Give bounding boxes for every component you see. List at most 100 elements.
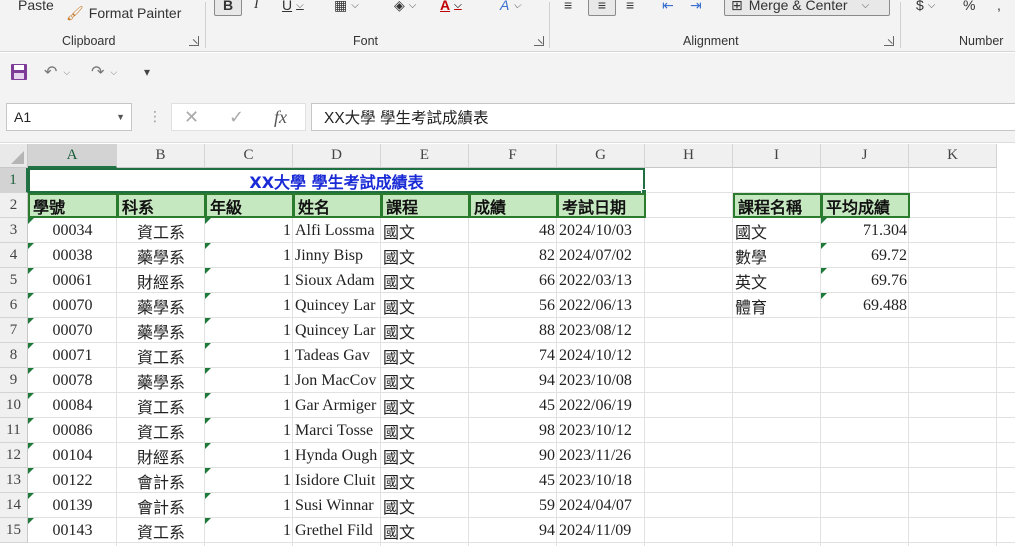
table-cell[interactable]: 2024/04/07 xyxy=(557,493,645,518)
table-cell[interactable]: 2024/10/12 xyxy=(557,343,645,368)
table-cell[interactable]: 74 xyxy=(469,343,557,368)
percent-button[interactable]: % xyxy=(963,0,975,16)
table-cell[interactable]: 88 xyxy=(469,318,557,343)
undo-button[interactable]: ↶ ⌵ xyxy=(44,62,70,82)
insert-function-button[interactable]: fx xyxy=(274,107,287,128)
row-header-1[interactable]: 1 xyxy=(0,168,28,193)
table-cell[interactable]: 1 xyxy=(205,293,293,318)
bold-button[interactable]: B xyxy=(214,0,242,16)
summary-average-cell[interactable]: 69.76 xyxy=(821,268,909,293)
row-header-5[interactable]: 5 xyxy=(0,268,28,293)
table-cell[interactable]: 1 xyxy=(205,368,293,393)
table-cell[interactable]: 資工系 xyxy=(117,343,205,368)
summary-course-cell[interactable]: 英文 xyxy=(733,268,821,293)
table-cell[interactable]: 00070 xyxy=(28,293,117,318)
alignment-launcher-icon[interactable] xyxy=(884,36,894,46)
table-cell[interactable]: 1 xyxy=(205,518,293,543)
table-cell[interactable]: 國文 xyxy=(381,418,469,443)
summary-average-cell[interactable]: 69.72 xyxy=(821,243,909,268)
table-cell[interactable]: 財經系 xyxy=(117,268,205,293)
table-cell[interactable]: Hynda Ough xyxy=(293,443,381,468)
table-cell[interactable]: Quincey Lar xyxy=(293,293,381,318)
table-cell[interactable]: 資工系 xyxy=(117,218,205,243)
column-header-c[interactable]: C xyxy=(205,144,293,168)
column-label-cell[interactable]: 姓名 xyxy=(293,193,382,218)
column-header-e[interactable]: E xyxy=(381,144,469,168)
table-cell[interactable]: 45 xyxy=(469,468,557,493)
summary-course-cell[interactable]: 國文 xyxy=(733,218,821,243)
table-cell[interactable]: Gar Armiger xyxy=(293,393,381,418)
table-cell[interactable]: 1 xyxy=(205,318,293,343)
table-cell[interactable]: 1 xyxy=(205,393,293,418)
table-cell[interactable]: 00122 xyxy=(28,468,117,493)
row-header-13[interactable]: 13 xyxy=(0,468,28,493)
table-cell[interactable]: Susi Winnar xyxy=(293,493,381,518)
name-box[interactable]: A1 ▼ xyxy=(6,103,132,131)
table-cell[interactable]: Sioux Adam xyxy=(293,268,381,293)
row-header-4[interactable]: 4 xyxy=(0,243,28,268)
italic-button[interactable]: I xyxy=(254,0,259,16)
table-cell[interactable]: 00071 xyxy=(28,343,117,368)
row-header-6[interactable]: 6 xyxy=(0,293,28,318)
table-cell[interactable]: Jinny Bisp xyxy=(293,243,381,268)
table-cell[interactable]: 66 xyxy=(469,268,557,293)
column-label-cell[interactable]: 科系 xyxy=(117,193,206,218)
table-cell[interactable]: 國文 xyxy=(381,243,469,268)
table-cell[interactable]: 會計系 xyxy=(117,493,205,518)
table-cell[interactable]: 00034 xyxy=(28,218,117,243)
table-cell[interactable]: 48 xyxy=(469,218,557,243)
table-cell[interactable]: 2022/03/13 xyxy=(557,268,645,293)
table-cell[interactable]: 會計系 xyxy=(117,468,205,493)
table-cell[interactable]: 國文 xyxy=(381,368,469,393)
table-cell[interactable]: 藥學系 xyxy=(117,243,205,268)
table-cell[interactable]: 1 xyxy=(205,243,293,268)
table-cell[interactable]: 1 xyxy=(205,343,293,368)
row-header-11[interactable]: 11 xyxy=(0,418,28,443)
clipboard-launcher-icon[interactable] xyxy=(189,36,199,46)
summary-course-cell[interactable]: 體育 xyxy=(733,293,821,318)
comma-style-button[interactable]: , xyxy=(997,0,1001,16)
row-header-3[interactable]: 3 xyxy=(0,218,28,243)
table-cell[interactable]: 94 xyxy=(469,368,557,393)
table-cell[interactable]: 2024/07/02 xyxy=(557,243,645,268)
row-header-9[interactable]: 9 xyxy=(0,368,28,393)
row-header-14[interactable]: 14 xyxy=(0,493,28,518)
underline-button[interactable]: U ⌵ xyxy=(282,0,304,16)
table-cell[interactable]: 90 xyxy=(469,443,557,468)
table-cell[interactable]: 1 xyxy=(205,268,293,293)
table-cell[interactable]: 藥學系 xyxy=(117,318,205,343)
table-cell[interactable]: 國文 xyxy=(381,268,469,293)
table-cell[interactable]: Alfi Lossma xyxy=(293,218,381,243)
table-cell[interactable]: 國文 xyxy=(381,393,469,418)
table-cell[interactable]: 2023/10/18 xyxy=(557,468,645,493)
format-painter-button[interactable]: 🖌 Format Painter xyxy=(66,2,181,24)
table-cell[interactable]: 2023/08/12 xyxy=(557,318,645,343)
column-header-b[interactable]: B xyxy=(117,144,205,168)
column-header-g[interactable]: G xyxy=(557,144,645,168)
row-header-10[interactable]: 10 xyxy=(0,393,28,418)
worksheet-grid[interactable]: A B C D E F G H I J K 1 2 3 4 5 6 7 8 9 10 11 12 13 14 15 XX大學 學生考… xyxy=(0,144,1015,546)
decrease-indent-button[interactable]: ⇤ xyxy=(662,0,674,16)
column-label-cell[interactable]: 課程 xyxy=(381,193,470,218)
align-right-button[interactable]: ≡ xyxy=(626,0,634,16)
table-cell[interactable]: 00078 xyxy=(28,368,117,393)
font-color-button[interactable]: A ⌵ xyxy=(440,0,462,16)
column-header-k[interactable]: K xyxy=(909,144,997,168)
table-cell[interactable]: 00086 xyxy=(28,418,117,443)
column-header-i[interactable]: I xyxy=(733,144,821,168)
column-header-h[interactable]: H xyxy=(645,144,733,168)
font-launcher-icon[interactable] xyxy=(534,36,544,46)
row-header-7[interactable]: 7 xyxy=(0,318,28,343)
table-cell[interactable]: 國文 xyxy=(381,443,469,468)
column-header-d[interactable]: D xyxy=(293,144,381,168)
table-cell[interactable]: 國文 xyxy=(381,468,469,493)
table-cell[interactable]: 藥學系 xyxy=(117,368,205,393)
table-cell[interactable]: 國文 xyxy=(381,493,469,518)
row-header-2[interactable]: 2 xyxy=(0,193,28,218)
sheet-title-cell[interactable]: XX大學 學生考試成績表 xyxy=(28,168,645,193)
column-label-cell[interactable]: 學號 xyxy=(28,193,118,218)
customize-qat-button[interactable]: ▾ xyxy=(144,62,150,82)
table-cell[interactable]: 82 xyxy=(469,243,557,268)
column-label-cell[interactable]: 考試日期 xyxy=(557,193,646,218)
redo-button[interactable]: ↷ ⌵ xyxy=(91,62,117,82)
